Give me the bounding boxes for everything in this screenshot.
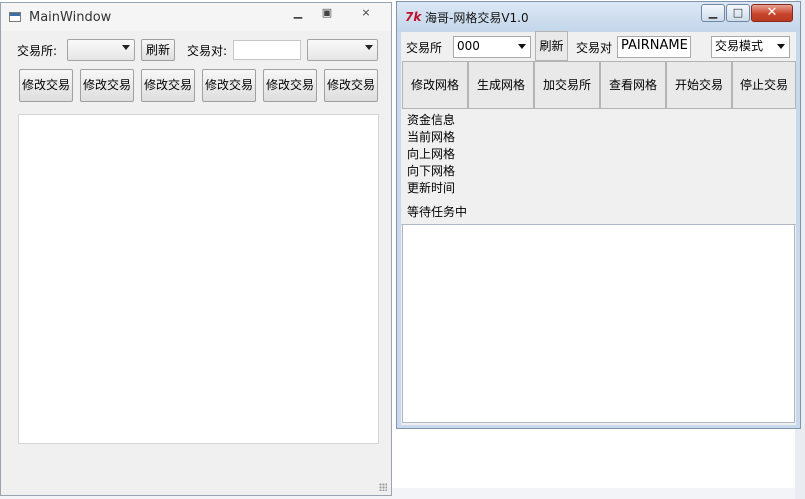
pair-label: 交易对: bbox=[187, 44, 228, 58]
minimize-button[interactable]: ▁ bbox=[701, 4, 725, 22]
start-trading-button[interactable]: 开始交易 bbox=[666, 61, 732, 109]
main-window-titlebar[interactable]: MainWindow ▁ ▣ ⨯ bbox=[1, 3, 391, 31]
pair-combo[interactable] bbox=[307, 39, 378, 61]
close-icon: ✕ bbox=[766, 5, 778, 20]
close-button[interactable]: ⨯ bbox=[344, 4, 388, 22]
exchange-combo[interactable] bbox=[67, 39, 135, 61]
refresh-button[interactable]: 刷新 bbox=[535, 31, 568, 61]
grid-trading-window: 7k 海哥-网格交易V1.0 ▁ □ ✕ 交易所 000 刷新 交易对 PAIR… bbox=[396, 1, 801, 429]
window-app-icon bbox=[9, 12, 21, 22]
info-update-time: 更新时间 bbox=[407, 181, 456, 195]
chevron-down-icon bbox=[777, 44, 785, 49]
minimize-button[interactable]: ▁ bbox=[286, 4, 310, 22]
modify-trade-button-3[interactable]: 修改交易 bbox=[141, 69, 195, 102]
modify-grid-button[interactable]: 修改网格 bbox=[402, 61, 468, 109]
mode-select-value: 交易模式 bbox=[715, 39, 764, 53]
pair-input[interactable]: PAIRNAME bbox=[617, 36, 691, 58]
app-logo-icon: 7k bbox=[405, 10, 422, 24]
chevron-down-icon bbox=[122, 45, 130, 50]
pair-input[interactable] bbox=[233, 40, 301, 60]
chevron-down-icon bbox=[518, 44, 526, 49]
resize-grip-icon[interactable] bbox=[379, 483, 387, 491]
minimize-icon: ▁ bbox=[293, 6, 303, 19]
modify-trade-button-1[interactable]: 修改交易 bbox=[19, 69, 73, 102]
modify-trade-button-5[interactable]: 修改交易 bbox=[263, 69, 317, 102]
refresh-button[interactable]: 刷新 bbox=[141, 39, 175, 61]
main-window: MainWindow ▁ ▣ ⨯ 交易所: 刷新 交易对: 修改交易 修改交易 … bbox=[0, 2, 392, 496]
exchange-label: 交易所 bbox=[406, 41, 443, 55]
view-grid-button[interactable]: 查看网格 bbox=[600, 61, 666, 109]
maximize-icon: □ bbox=[732, 6, 744, 19]
info-funds: 资金信息 bbox=[407, 113, 456, 127]
chevron-down-icon bbox=[365, 45, 373, 50]
close-button[interactable]: ✕ bbox=[751, 4, 793, 22]
generate-grid-button[interactable]: 生成网格 bbox=[468, 61, 534, 109]
grid-window-titlebar[interactable]: 7k 海哥-网格交易V1.0 ▁ □ ✕ bbox=[397, 2, 800, 32]
maximize-button[interactable]: ▣ bbox=[315, 4, 339, 22]
info-lower-grid: 向下网格 bbox=[407, 164, 456, 178]
main-window-title: MainWindow bbox=[29, 10, 112, 25]
maximize-button[interactable]: □ bbox=[726, 4, 750, 22]
info-current-grid: 当前网格 bbox=[407, 130, 456, 144]
exchange-select-value: 000 bbox=[457, 39, 480, 53]
output-panel[interactable] bbox=[18, 114, 379, 444]
mode-select[interactable]: 交易模式 bbox=[711, 36, 790, 58]
status-text: 等待任务中 bbox=[407, 205, 468, 219]
modify-trade-button-4[interactable]: 修改交易 bbox=[202, 69, 256, 102]
close-icon: ⨯ bbox=[361, 6, 371, 19]
exchange-select[interactable]: 000 bbox=[453, 36, 531, 58]
log-output-area[interactable] bbox=[402, 224, 795, 423]
modify-trade-button-6[interactable]: 修改交易 bbox=[324, 69, 378, 102]
stop-trading-button[interactable]: 停止交易 bbox=[732, 61, 796, 109]
minimize-icon: ▁ bbox=[708, 6, 718, 19]
info-upper-grid: 向上网格 bbox=[407, 147, 456, 161]
window-frame-right bbox=[796, 32, 800, 424]
modify-trade-button-2[interactable]: 修改交易 bbox=[80, 69, 134, 102]
maximize-icon: ▣ bbox=[321, 6, 333, 19]
add-exchange-button[interactable]: 加交易所 bbox=[534, 61, 600, 109]
grid-window-title: 海哥-网格交易V1.0 bbox=[425, 11, 529, 25]
exchange-label: 交易所: bbox=[17, 44, 58, 58]
pair-label: 交易对 bbox=[576, 41, 613, 55]
